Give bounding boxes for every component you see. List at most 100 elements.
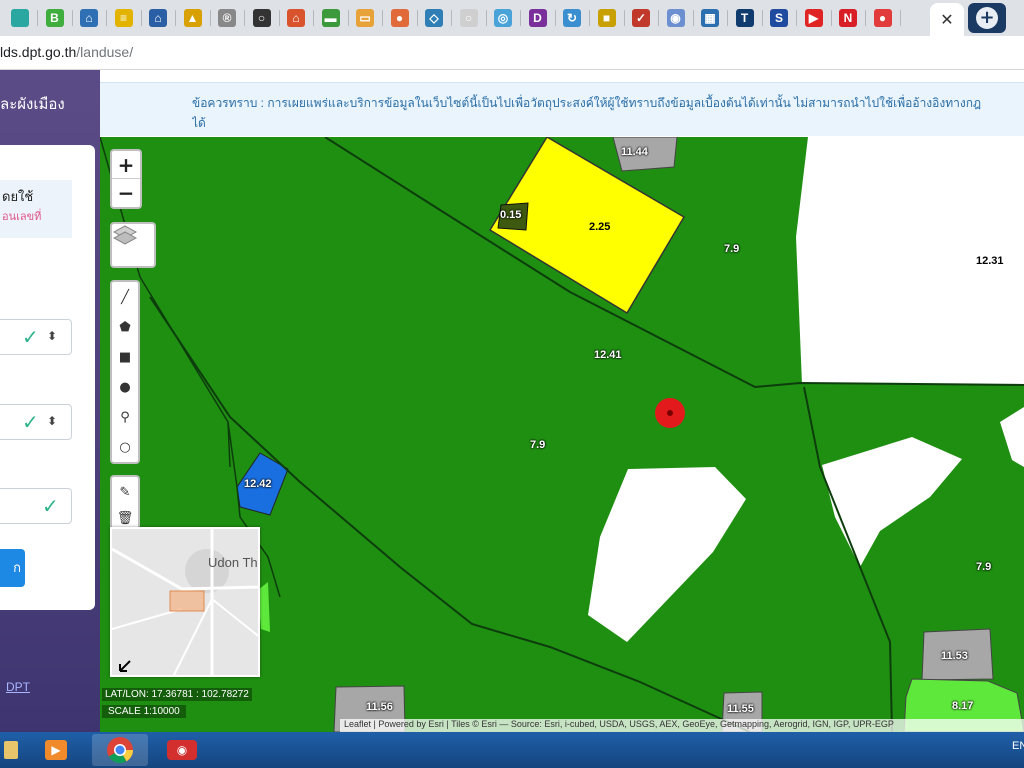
r-logo-favicon: ® — [218, 9, 236, 27]
map-attribution: Leaflet | Powered by Esri | Tiles © Esri… — [340, 719, 1024, 732]
url-path: /landuse/ — [76, 44, 134, 60]
os-taskbar: ▶ ◉ EN — [0, 732, 1024, 768]
browser-tab[interactable]: ● — [867, 3, 899, 33]
browser-tab[interactable]: ▲ — [177, 3, 209, 33]
edit-toolbar: ✎ 🗑 — [110, 475, 140, 531]
browser-tab[interactable]: ◉ — [660, 3, 692, 33]
draw-polygon-icon[interactable]: ⬟ — [112, 312, 138, 342]
location-marker-center — [667, 410, 673, 416]
media-player-taskbar-icon[interactable]: ▶ — [32, 734, 80, 766]
edit-layers-icon[interactable]: ✎ — [112, 477, 138, 507]
parcel-label-1242: 12.42 — [244, 478, 272, 490]
close-icon[interactable]: ✕ — [940, 10, 953, 30]
person-favicon: ● — [390, 9, 409, 27]
plus-icon[interactable]: + — [976, 7, 998, 29]
browser-tab-strip: B ⌂ ≡ ⌂ ▲ ® ○ ⌂ ▬ ▭ ● ◇ ○ ◎ D ↻ ■ ✓ ◉ ▦ T S ▶ N ● — [0, 0, 1024, 36]
browser-tab[interactable]: ○ — [246, 3, 278, 33]
tab-separator — [899, 10, 901, 26]
home-favicon: ⌂ — [80, 9, 98, 27]
browser-tab[interactable]: ⌂ — [142, 3, 174, 33]
youtube-favicon: ▶ — [804, 9, 823, 27]
d-favicon: D — [528, 9, 547, 27]
browser-tab[interactable]: ▬ — [315, 3, 347, 33]
circle-favicon: ◉ — [666, 9, 685, 27]
new-tab-button[interactable]: + — [968, 3, 1006, 33]
delete-layers-icon[interactable]: 🗑 — [112, 507, 138, 529]
folder-taskbar-icon[interactable] — [0, 734, 22, 766]
b-favicon: B — [45, 9, 64, 27]
house-favicon: ⌂ — [149, 9, 167, 27]
browser-tab[interactable]: S — [763, 3, 795, 33]
browser-tab[interactable]: ◎ — [487, 3, 519, 33]
browser-tab[interactable]: ▶ — [798, 3, 830, 33]
s-favicon: S — [770, 9, 788, 27]
browser-tab[interactable]: B — [39, 3, 71, 33]
landuse-map[interactable]: 11.44 0.15 2.25 7.9 12.31 12.41 7.9 12.4… — [100, 137, 1024, 732]
browser-tab[interactable]: ▦ — [694, 3, 726, 33]
browser-tab[interactable]: ⌂ — [73, 3, 105, 33]
home2-favicon: ⌂ — [287, 9, 305, 27]
check-icon: ✓ — [42, 494, 59, 518]
browser-tab[interactable]: ⌂ — [280, 3, 312, 33]
parcel-number-input[interactable]: ✓ — [0, 488, 72, 524]
dpt-link[interactable]: DPT — [6, 680, 30, 694]
sort-arrows-icon: ⬍ — [47, 329, 58, 343]
zoom-control: + − — [110, 149, 142, 209]
form-note-hint: อนเลขที่ — [2, 211, 42, 223]
parcel-label-1144: 11.44 — [621, 146, 648, 158]
chrome-taskbar-icon[interactable] — [92, 734, 148, 766]
chart-favicon: ▲ — [183, 9, 202, 27]
draw-rectangle-icon[interactable]: ■ — [112, 342, 138, 372]
language-indicator[interactable]: EN — [1012, 740, 1024, 752]
layers-button[interactable] — [110, 222, 156, 268]
browser-tab[interactable] — [4, 3, 36, 33]
zoom-in-button[interactable]: + — [112, 151, 140, 179]
check-icon: ✓ — [22, 325, 39, 349]
browser-tab[interactable]: ○ — [453, 3, 485, 33]
browser-tab[interactable]: T — [729, 3, 761, 33]
refresh-favicon: ↻ — [563, 9, 581, 27]
search-button[interactable]: ก — [0, 549, 25, 587]
grid-favicon: ▦ — [701, 9, 719, 27]
active-tab-close-button[interactable]: ✕ — [930, 3, 964, 36]
browser-tab[interactable]: ◇ — [418, 3, 450, 33]
browser-tab[interactable]: ■ — [591, 3, 623, 33]
address-bar[interactable]: lds.dpt.go.th/landuse/ — [0, 36, 1024, 70]
browser-tab[interactable]: ≡ — [108, 3, 140, 33]
browser-tab[interactable]: ↻ — [556, 3, 588, 33]
minimap-city-label: Udon Th — [208, 555, 258, 570]
draw-circle-icon[interactable]: ● — [112, 372, 138, 402]
scale-readout: SCALE 1:10000 — [102, 705, 186, 718]
draw-toolbar: ╱ ⬟ ■ ● ⚲ ○ — [110, 280, 140, 464]
district-select[interactable]: ✓ ⬍ — [0, 404, 72, 440]
badge-favicon: ✓ — [632, 9, 650, 27]
browser-tab[interactable]: ● — [384, 3, 416, 33]
minimap-roads — [112, 529, 258, 675]
chat-favicon: ○ — [252, 9, 271, 27]
latlon-readout: LAT/LON: 17.36781 : 102.78272 — [102, 688, 252, 701]
draw-marker-icon[interactable]: ⚲ — [112, 402, 138, 432]
notice-line-2: ได้ — [192, 116, 206, 130]
browser-tab[interactable]: ✓ — [625, 3, 657, 33]
chrome-icon — [107, 737, 134, 764]
parcel-label-79c: 7.9 — [976, 561, 992, 573]
draw-polyline-icon[interactable]: ╱ — [112, 282, 138, 312]
white-area-edge — [1000, 407, 1024, 467]
money-favicon: ▬ — [321, 9, 340, 27]
browser-tab[interactable]: N — [832, 3, 864, 33]
flag-favicon: ≡ — [114, 9, 133, 27]
zoom-out-button[interactable]: − — [112, 179, 140, 207]
minimap[interactable]: Udon Th — [110, 527, 260, 677]
browser-tab[interactable]: ® — [211, 3, 243, 33]
browser-tab[interactable]: D — [522, 3, 554, 33]
camera-taskbar-icon[interactable]: ◉ — [158, 734, 206, 766]
province-select[interactable]: ✓ ⬍ — [0, 319, 72, 355]
notice-banner: ข้อควรทราบ : การเผยแพร่และบริการข้อมูลใน… — [100, 82, 1024, 136]
url-text[interactable]: lds.dpt.go.th/landuse/ — [0, 44, 133, 60]
parcel-label-79b: 7.9 — [530, 439, 546, 451]
url-host: lds.dpt.go.th — [0, 44, 77, 60]
draw-circle-marker-icon[interactable]: ○ — [112, 432, 138, 462]
browser-tab[interactable]: ▭ — [349, 3, 381, 33]
card-favicon: ▭ — [356, 9, 374, 27]
parcel-label-1156: 11.56 — [366, 701, 393, 713]
